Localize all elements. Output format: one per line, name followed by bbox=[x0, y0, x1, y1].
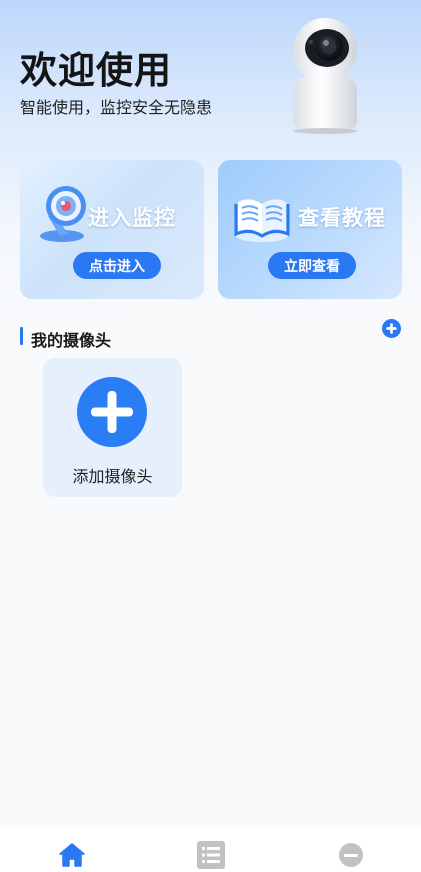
card-title: 查看教程 bbox=[298, 206, 386, 230]
plus-circle-icon[interactable] bbox=[382, 319, 401, 338]
add-camera-label: 添加摄像头 bbox=[72, 467, 153, 486]
plus-circle-icon bbox=[77, 377, 147, 447]
security-camera-illustration bbox=[293, 18, 357, 134]
view-tutorial-button[interactable]: 立即查看 bbox=[268, 252, 356, 279]
bottom-tab-bar bbox=[0, 828, 421, 872]
profile-icon[interactable] bbox=[336, 840, 366, 870]
welcome-subtitle: 智能使用，监控安全无隐患 bbox=[20, 98, 213, 117]
quick-action-cards: 进入监控 点击进入 查看教程 立即查看 bbox=[20, 160, 403, 300]
book-icon bbox=[234, 199, 290, 242]
home-icon[interactable] bbox=[57, 840, 87, 870]
section-accent-bar bbox=[20, 327, 23, 345]
list-icon[interactable] bbox=[196, 840, 226, 870]
enter-monitor-button[interactable]: 点击进入 bbox=[73, 252, 161, 279]
app-screen: 欢迎使用 智能使用，监控安全无隐患 进入监控 点击进入 查看教程 立即查看 我的… bbox=[0, 0, 421, 872]
camera-icon bbox=[40, 186, 86, 242]
card-title: 进入监控 bbox=[88, 206, 176, 230]
view-tutorial-card[interactable]: 查看教程 立即查看 bbox=[218, 160, 402, 299]
enter-monitor-card[interactable]: 进入监控 点击进入 bbox=[20, 160, 204, 299]
welcome-title: 欢迎使用 bbox=[20, 49, 172, 92]
add-camera-tile[interactable]: 添加摄像头 bbox=[43, 358, 182, 497]
my-cameras-title: 我的摄像头 bbox=[31, 331, 112, 350]
